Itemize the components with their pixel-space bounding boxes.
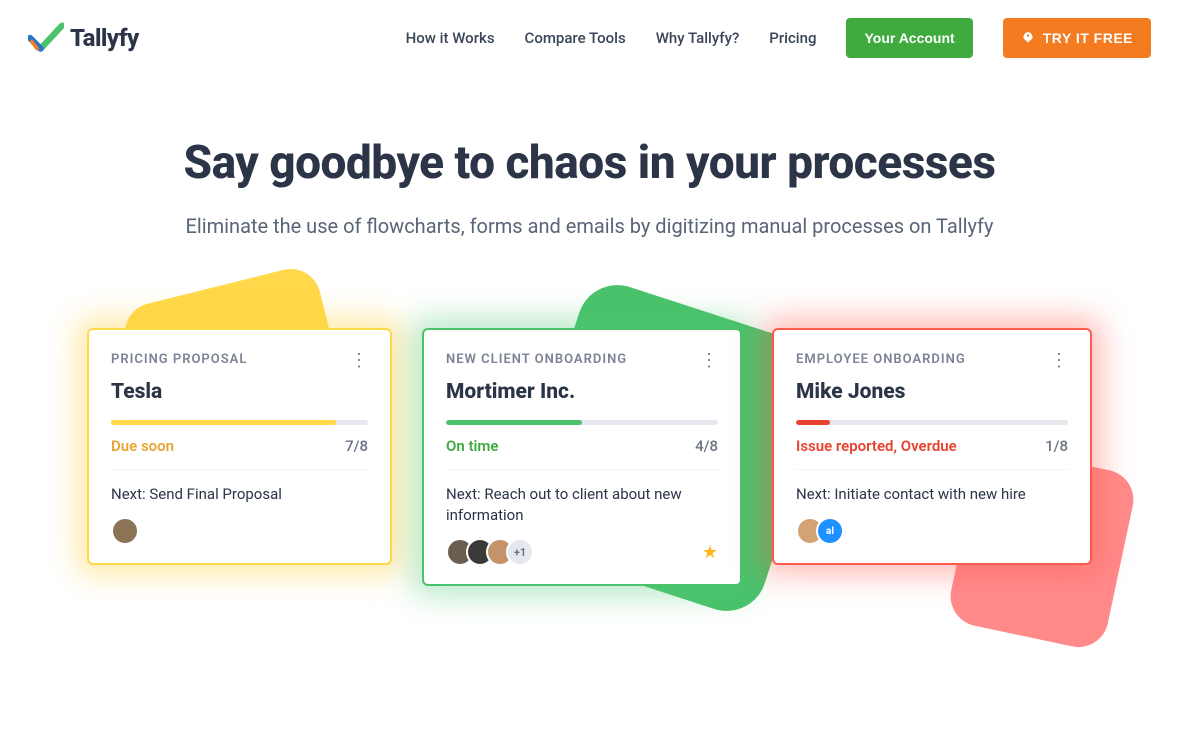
star-icon[interactable]: ★: [702, 542, 718, 563]
progress-bar: [796, 420, 1068, 425]
card-title: Tesla: [111, 380, 368, 404]
logo[interactable]: Tallyfy: [28, 22, 139, 54]
card-header: EMPLOYEE ONBOARDING ⋮: [796, 352, 1068, 370]
kebab-menu-icon[interactable]: ⋮: [1050, 352, 1068, 370]
card-title: Mike Jones: [796, 380, 1068, 404]
avatars-row: al: [796, 517, 1068, 545]
next-step: Next: Send Final Proposal: [111, 484, 368, 505]
hero-section: Say goodbye to chaos in your processes E…: [0, 76, 1179, 278]
card-wrap-onboarding: NEW CLIENT ONBOARDING ⋮ Mortimer Inc. On…: [422, 328, 742, 586]
card-category: EMPLOYEE ONBOARDING: [796, 352, 966, 367]
site-header: Tallyfy How it Works Compare Tools Why T…: [0, 0, 1179, 76]
card-header: PRICING PROPOSAL ⋮: [111, 352, 368, 370]
avatars-row: +1 ★: [446, 538, 718, 566]
card-category: NEW CLIENT ONBOARDING: [446, 352, 627, 367]
hero-title: Say goodbye to chaos in your processes: [40, 136, 1139, 190]
card-pricing-proposal[interactable]: PRICING PROPOSAL ⋮ Tesla Due soon 7/8 Ne…: [87, 328, 392, 565]
status-label: Due soon: [111, 437, 174, 455]
status-row: Issue reported, Overdue 1/8: [796, 437, 1068, 470]
nav-why-tallyfy[interactable]: Why Tallyfy?: [656, 29, 740, 47]
avatars: +1: [446, 538, 534, 566]
nav-compare-tools[interactable]: Compare Tools: [525, 29, 626, 47]
your-account-button[interactable]: Your Account: [846, 18, 972, 58]
avatars: al: [796, 517, 844, 545]
card-wrap-pricing: PRICING PROPOSAL ⋮ Tesla Due soon 7/8 Ne…: [87, 328, 392, 586]
progress-fill: [446, 420, 582, 425]
card-title: Mortimer Inc.: [446, 380, 718, 404]
progress-fill: [796, 420, 830, 425]
status-label: On time: [446, 437, 499, 455]
avatar-more[interactable]: +1: [506, 538, 534, 566]
status-label: Issue reported, Overdue: [796, 437, 957, 455]
card-header: NEW CLIENT ONBOARDING ⋮: [446, 352, 718, 370]
status-row: On time 4/8: [446, 437, 718, 470]
trial-button-label: TRY IT FREE: [1043, 30, 1133, 46]
next-step: Next: Initiate contact with new hire: [796, 484, 1068, 505]
nav-how-it-works[interactable]: How it Works: [406, 29, 495, 47]
logo-text: Tallyfy: [70, 24, 139, 52]
hero-subtitle: Eliminate the use of flowcharts, forms a…: [40, 214, 1139, 238]
status-row: Due soon 7/8: [111, 437, 368, 470]
try-it-free-button[interactable]: TRY IT FREE: [1003, 18, 1151, 58]
next-step: Next: Reach out to client about new info…: [446, 484, 718, 526]
progress-bar: [111, 420, 368, 425]
nav-pricing[interactable]: Pricing: [769, 29, 816, 47]
progress-fill: [111, 420, 336, 425]
rocket-icon: [1021, 31, 1035, 45]
cards-row: PRICING PROPOSAL ⋮ Tesla Due soon 7/8 Ne…: [0, 278, 1179, 646]
status-count: 7/8: [345, 437, 368, 455]
kebab-menu-icon[interactable]: ⋮: [700, 352, 718, 370]
card-category: PRICING PROPOSAL: [111, 352, 247, 367]
card-employee-onboarding[interactable]: EMPLOYEE ONBOARDING ⋮ Mike Jones Issue r…: [772, 328, 1092, 565]
main-nav: How it Works Compare Tools Why Tallyfy? …: [406, 18, 1151, 58]
progress-bar: [446, 420, 718, 425]
avatars-row: [111, 517, 368, 545]
card-wrap-employee: EMPLOYEE ONBOARDING ⋮ Mike Jones Issue r…: [772, 328, 1092, 586]
avatar[interactable]: [111, 517, 139, 545]
kebab-menu-icon[interactable]: ⋮: [350, 352, 368, 370]
logo-icon: [28, 22, 64, 54]
status-count: 1/8: [1045, 437, 1068, 455]
avatar-initials[interactable]: al: [816, 517, 844, 545]
avatars: [111, 517, 139, 545]
status-count: 4/8: [695, 437, 718, 455]
card-client-onboarding[interactable]: NEW CLIENT ONBOARDING ⋮ Mortimer Inc. On…: [422, 328, 742, 586]
